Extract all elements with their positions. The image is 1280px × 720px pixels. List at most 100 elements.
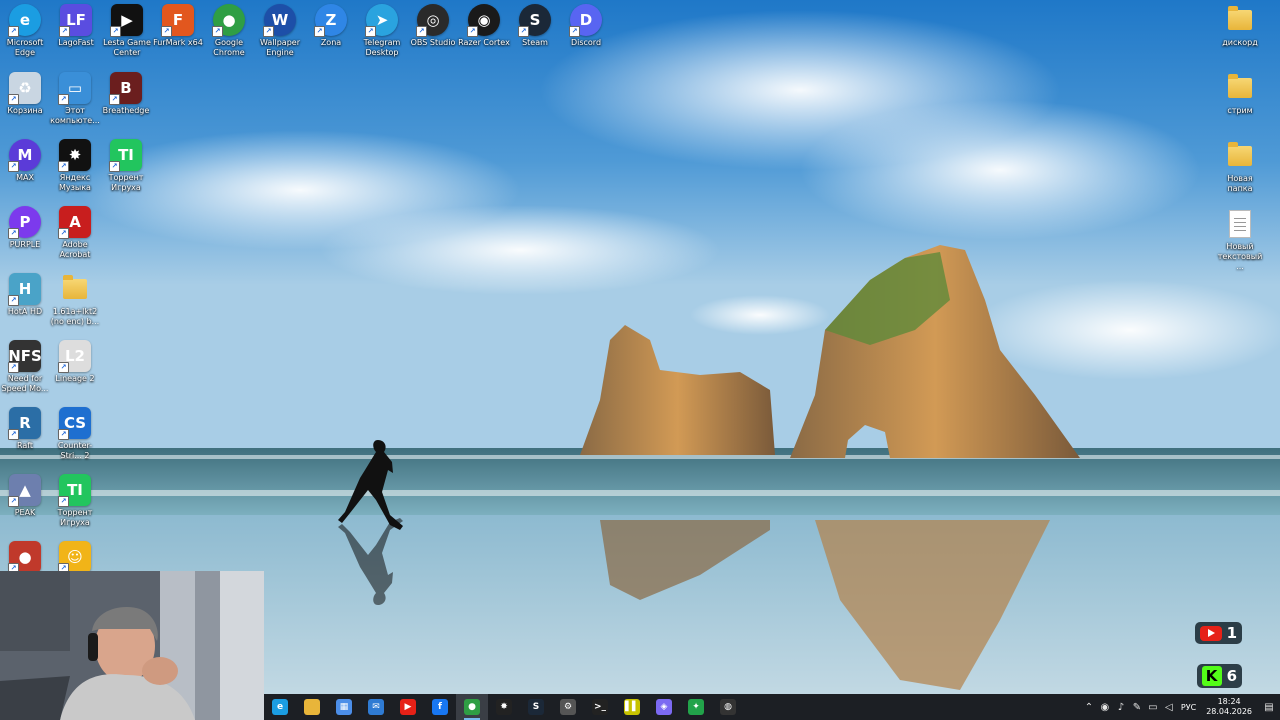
taskbar-app-yellow-button[interactable]: ▌▌	[616, 694, 648, 720]
language-indicator[interactable]: РУС	[1181, 703, 1196, 712]
desktop-icon-label: Zona	[320, 38, 342, 47]
shortcut-arrow-icon: ↗	[569, 26, 580, 37]
network-share-icon[interactable]: ◉	[1097, 694, 1113, 720]
desktop-icon-label: Этот компьюте...	[50, 106, 100, 125]
youtube-viewer-count: 1	[1226, 624, 1237, 642]
desktop-icon[interactable]: ✸ ↗ Яндекс Музыка	[49, 139, 101, 193]
desktop-icon[interactable]: A ↗ Adobe Acrobat	[49, 206, 101, 260]
lesta-icon: ▶ ↗	[110, 4, 143, 37]
taskbar-mail-button[interactable]: ✉	[360, 694, 392, 720]
desktop-icon-label: Lesta Game Center	[103, 38, 151, 57]
facebook-icon: f	[432, 699, 448, 715]
clock-date: 28.04.2026	[1206, 707, 1252, 716]
acrobat-icon: A ↗	[58, 206, 91, 239]
shortcut-arrow-icon: ↗	[8, 429, 19, 440]
recycle-bin-icon: ♻ ↗	[8, 72, 41, 105]
desktop-icon-label: Telegram Desktop	[363, 38, 401, 57]
taskbar-app-purple-button[interactable]: ◈	[648, 694, 680, 720]
shortcut-arrow-icon: ↗	[109, 94, 120, 105]
taskbar-settings-button[interactable]: ⚙	[552, 694, 584, 720]
desktop-icon-label: Need for Speed Mo...	[1, 374, 49, 393]
desktop-icon[interactable]: стрим	[1214, 72, 1266, 116]
desktop-icon[interactable]: ▶ ↗ Lesta Game Center	[101, 4, 153, 58]
hota-icon: H ↗	[8, 273, 41, 306]
shortcut-arrow-icon: ↗	[58, 94, 69, 105]
shortcut-arrow-icon: ↗	[212, 26, 223, 37]
microphone-icon[interactable]: ♪	[1113, 694, 1129, 720]
nfs-icon: NFS ↗	[8, 340, 42, 373]
this-pc-icon: ▭ ↗	[58, 72, 91, 105]
desktop-icon[interactable]: L2 ↗ Lineage 2	[49, 340, 101, 384]
taskbar-app-green-button[interactable]: ✦	[680, 694, 712, 720]
desktop-icon-label: Breathedge	[102, 106, 150, 115]
desktop-icon[interactable]: D ↗ Discord	[560, 4, 612, 48]
desktop-icon[interactable]: ☺ ↗	[49, 541, 101, 575]
steam-icon: S ↗	[518, 4, 551, 37]
desktop-icon[interactable]: TI ↗ Торрент Игруха	[49, 474, 101, 528]
desktop-icon-label: PURPLE	[9, 240, 41, 249]
desktop-icon[interactable]: LF ↗ LagoFast	[50, 4, 102, 48]
taskbar-store-button[interactable]: ▦	[328, 694, 360, 720]
steam-icon: S	[528, 699, 544, 715]
taskbar-edge-button[interactable]: e	[264, 694, 296, 720]
desktop-icon[interactable]: 1.61a+lkt2 (no enc) b...	[49, 273, 101, 327]
desktop-icon-label: Торрент Игруха	[57, 508, 93, 527]
folder-icon	[1214, 72, 1266, 104]
desktop-icon[interactable]: Новая папка	[1214, 140, 1266, 194]
desktop-icon-label: Razer Cortex	[458, 38, 510, 47]
desktop-icon-label: Корзина	[7, 106, 43, 115]
desktop-icon[interactable]: NFS ↗ Need for Speed Mo...	[0, 340, 51, 394]
taskbar-chrome-button[interactable]: ●	[456, 694, 488, 720]
desktop-icon[interactable]: W ↗ Wallpaper Engine	[254, 4, 306, 58]
desktop-icon[interactable]: B ↗ Breathedge	[100, 72, 152, 116]
desktop-icon[interactable]: P ↗ PURPLE	[0, 206, 51, 250]
desktop-icon[interactable]: ♻ ↗ Корзина	[0, 72, 51, 116]
network-icon[interactable]: ▭	[1145, 694, 1161, 720]
yandex-music-icon: ✸ ↗	[58, 139, 91, 172]
taskbar-steam-button[interactable]: S	[520, 694, 552, 720]
desktop-icon[interactable]: e ↗ Microsoft Edge	[0, 4, 51, 58]
desktop-icon[interactable]: Z ↗ Zona	[305, 4, 357, 48]
desktop-icon[interactable]: ◉ ↗ Razer Cortex	[458, 4, 510, 48]
desktop-icon[interactable]: дискорд	[1214, 4, 1266, 48]
taskbar-file-explorer-button[interactable]	[296, 694, 328, 720]
desktop-icon[interactable]: ▭ ↗ Этот компьюте...	[49, 72, 101, 126]
chevron-up-icon[interactable]: ⌃	[1081, 694, 1097, 720]
taskbar-yandex-music-button[interactable]: ✸	[488, 694, 520, 720]
shortcut-arrow-icon: ↗	[8, 362, 19, 373]
desktop-icon[interactable]: ◎ ↗ OBS Studio	[407, 4, 459, 48]
taskbar-app-dark-button[interactable]: ◍	[712, 694, 744, 720]
desktop-icon[interactable]: ▲ ↗ PEAK	[0, 474, 51, 518]
pen-icon[interactable]: ✎	[1129, 694, 1145, 720]
shortcut-arrow-icon: ↗	[416, 26, 427, 37]
cs2-icon: CS ↗	[58, 407, 91, 440]
desktop-icon[interactable]: F ↗ FurMark x64	[152, 4, 204, 48]
notifications-icon[interactable]: ▤	[1258, 694, 1280, 720]
desktop-icon[interactable]: ➤ ↗ Telegram Desktop	[356, 4, 408, 58]
desktop-icon[interactable]: R ↗ Raft	[0, 407, 51, 451]
desktop-icon[interactable]: M ↗ MAX	[0, 139, 51, 183]
green-app-icon: ✦	[688, 699, 704, 715]
desktop-icon[interactable]: ● ↗ Google Chrome	[203, 4, 255, 58]
shortcut-arrow-icon: ↗	[58, 161, 69, 172]
desktop-icon[interactable]: H ↗ HotA HD	[0, 273, 51, 317]
shortcut-arrow-icon: ↗	[8, 228, 19, 239]
desktop-icon[interactable]: S ↗ Steam	[509, 4, 561, 48]
taskbar-youtube-button[interactable]: ▶	[392, 694, 424, 720]
desktop-icon-label: стрим	[1227, 106, 1253, 115]
desktop-icon[interactable]: CS ↗ Counter-Stri... 2	[49, 407, 101, 461]
clock[interactable]: 18:24 28.04.2026	[1206, 697, 1252, 717]
desktop-icon[interactable]: TI ↗ Торрент Игруха	[100, 139, 152, 193]
desktop-icon[interactable]: ● ↗	[0, 541, 51, 575]
desktop-icon[interactable]: Новый текстовый ...	[1214, 208, 1266, 272]
shortcut-arrow-icon: ↗	[161, 26, 172, 37]
max-icon: M ↗	[8, 139, 41, 172]
desktop-icon-label: Яндекс Музыка	[59, 173, 91, 192]
desktop-icon-label: Google Chrome	[213, 38, 245, 57]
shortcut-arrow-icon: ↗	[365, 26, 376, 37]
taskbar-terminal-button[interactable]: >_	[584, 694, 616, 720]
taskbar-facebook-button[interactable]: f	[424, 694, 456, 720]
youtube-badge: 1	[1194, 622, 1242, 644]
volume-icon[interactable]: ◁	[1161, 694, 1177, 720]
torrent-igruha-icon: TI ↗	[58, 474, 91, 507]
